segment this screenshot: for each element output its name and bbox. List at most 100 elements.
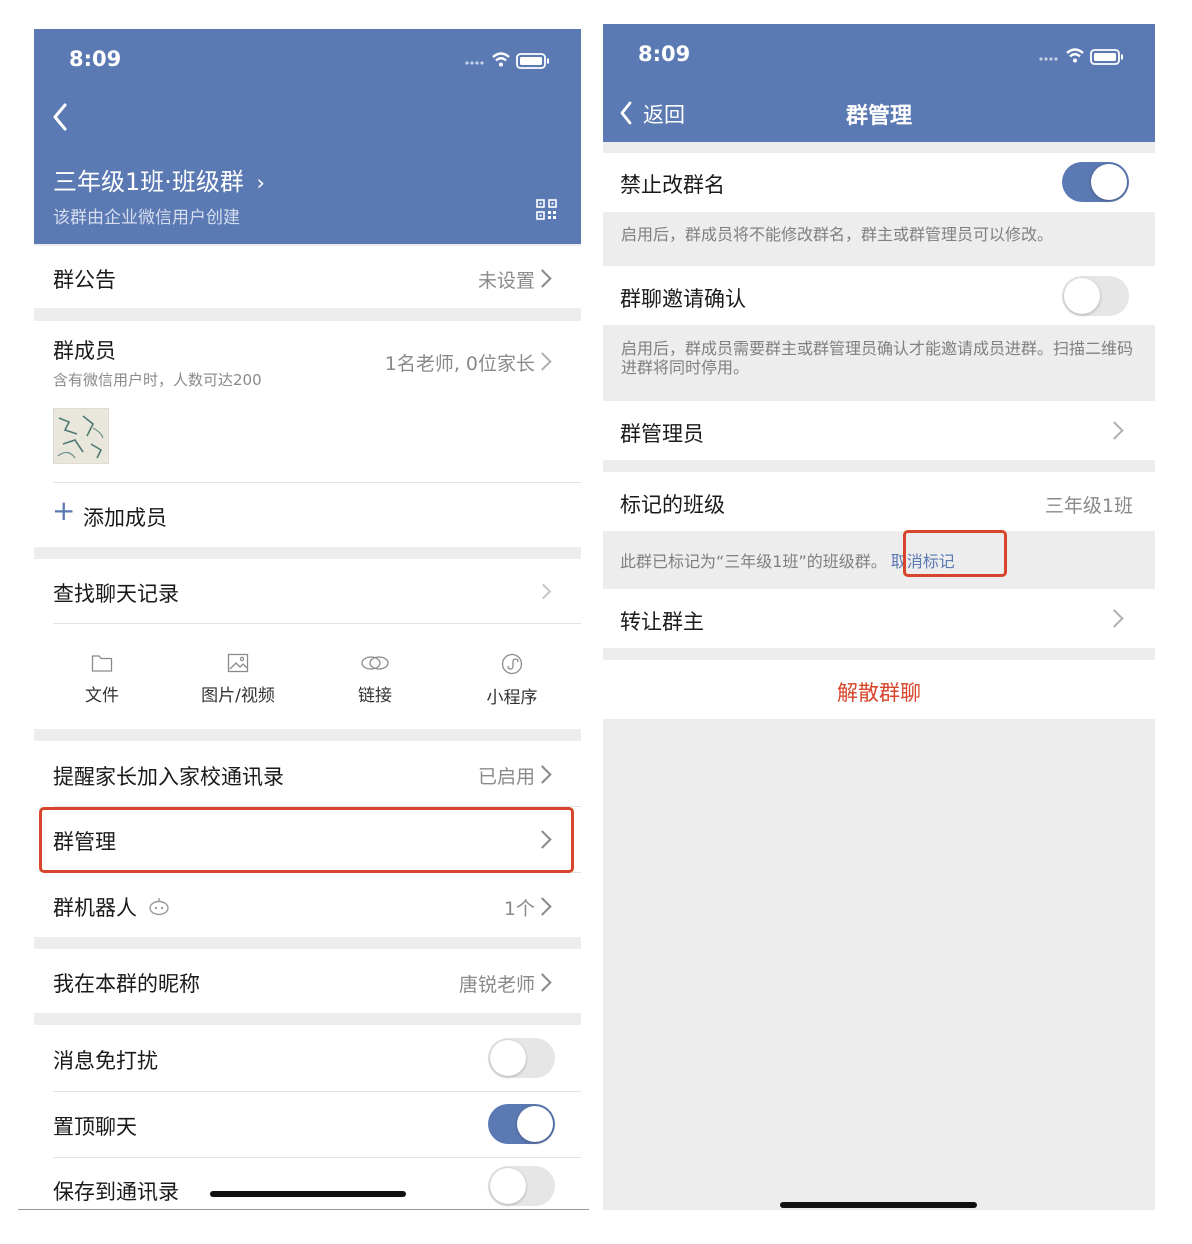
status-bar: 8:09	[603, 24, 1155, 88]
members-row[interactable]: 群成员 含有微信用户时，人数可达200 1名老师, 0位家长	[34, 321, 581, 399]
toggle-group: 消息免打扰 置顶聊天 保存到通讯录	[34, 1025, 581, 1209]
folder-icon	[91, 655, 113, 672]
pin-label: 置顶聊天	[53, 1115, 137, 1139]
search-history-label: 查找聊天记录	[53, 582, 179, 606]
toggle-knob	[490, 1040, 526, 1076]
chevron-right-icon	[533, 352, 552, 371]
tile-media-label: 图片/视频	[201, 686, 275, 706]
search-history-row[interactable]: 查找聊天记录	[34, 559, 581, 623]
admins-label: 群管理员	[620, 422, 704, 446]
toggle-knob	[517, 1106, 553, 1142]
group-robot-row[interactable]: 群机器人 1个	[34, 873, 581, 937]
invite-confirm-label: 群聊邀请确认	[620, 287, 746, 311]
group-robot-value: 1个	[503, 898, 535, 920]
chevron-right-icon	[533, 765, 552, 784]
forbid-rename-note: 启用后，群成员将不能修改群名，群主或群管理员可以修改。	[621, 225, 1054, 244]
back-arrow-icon[interactable]	[52, 103, 68, 131]
member-avatar[interactable]	[53, 408, 109, 464]
plus-icon: +	[52, 494, 76, 527]
tile-mini-programs-label: 小程序	[486, 688, 538, 708]
tile-media[interactable]: 图片/视频	[178, 653, 298, 706]
marked-class-note-text: 此群已标记为“三年级1班”的班级群。	[620, 552, 887, 571]
tile-links[interactable]: 链接	[315, 653, 435, 706]
forbid-rename-toggle[interactable]	[1062, 162, 1129, 202]
search-history-section: 查找聊天记录 文件 图片/视频 链接 小程序	[34, 559, 581, 729]
robot-icon	[149, 898, 169, 916]
dismiss-group-button[interactable]: 解散群聊	[603, 660, 1155, 719]
add-member-label: 添加成员	[83, 506, 167, 530]
chevron-right-icon	[535, 583, 552, 600]
chevron-right-icon	[533, 973, 552, 992]
status-time: 8:09	[638, 42, 691, 66]
announcement-label: 群公告	[53, 268, 116, 292]
members-subtext: 含有微信用户时，人数可达200	[53, 371, 262, 389]
my-nickname-row[interactable]: 我在本群的昵称 唐锐老师	[34, 949, 581, 1013]
group-header: 8:09 三年级1班·班级群 › 该群由企业微信用户创建	[34, 29, 581, 244]
highlight-box	[39, 807, 574, 873]
mute-row: 消息免打扰	[34, 1025, 581, 1091]
group-subtitle: 该群由企业微信用户创建	[53, 208, 240, 228]
group-info-screen: 8:09 三年级1班·班级群 › 该群由企业微信用户创建 群公告 未设置 群成员…	[34, 29, 581, 1209]
group-robot-label: 群机器人	[53, 896, 137, 920]
chevron-right-icon	[533, 269, 552, 288]
transfer-owner-row[interactable]: 转让群主	[603, 589, 1155, 648]
tile-files-label: 文件	[85, 686, 119, 706]
tile-links-label: 链接	[358, 686, 392, 706]
my-nickname-label: 我在本群的昵称	[53, 972, 200, 996]
save-contacts-label: 保存到通讯录	[53, 1180, 179, 1204]
link-icon	[361, 656, 389, 670]
status-icons	[465, 52, 549, 69]
group-title-text: 三年级1班·班级群	[53, 168, 244, 196]
image-icon	[227, 653, 249, 673]
members-section: 群成员 含有微信用户时，人数可达200 1名老师, 0位家长 + 添加成员	[34, 321, 581, 547]
chevron-right-icon	[533, 897, 552, 916]
qr-code-icon[interactable]	[536, 199, 557, 220]
remind-parents-row[interactable]: 提醒家长加入家校通讯录 已启用	[34, 741, 581, 806]
pin-toggle[interactable]	[488, 1104, 555, 1144]
page-title: 群管理	[845, 104, 912, 129]
mute-toggle[interactable]	[488, 1038, 555, 1078]
members-label: 群成员	[53, 339, 116, 363]
tile-files[interactable]: 文件	[42, 653, 162, 706]
tile-mini-programs[interactable]: 小程序	[452, 653, 572, 708]
toggle-knob	[490, 1168, 526, 1204]
remind-parents-value: 已启用	[477, 766, 535, 788]
my-nickname-value: 唐锐老师	[458, 974, 535, 996]
mini-program-icon	[501, 653, 523, 675]
marked-class-row: 标记的班级 三年级1班	[603, 472, 1155, 531]
chevron-right-icon	[1105, 609, 1124, 628]
marked-class-value: 三年级1班	[1044, 495, 1133, 517]
transfer-owner-label: 转让群主	[620, 610, 704, 634]
announcement-row[interactable]: 群公告 未设置	[34, 246, 581, 308]
pin-row: 置顶聊天	[34, 1092, 581, 1157]
home-indicator	[210, 1191, 406, 1197]
announcement-value: 未设置	[477, 270, 535, 292]
chevron-right-icon	[1105, 421, 1124, 440]
invite-confirm-toggle[interactable]	[1062, 276, 1129, 316]
status-time: 8:09	[69, 47, 122, 71]
forbid-rename-row: 禁止改群名	[603, 153, 1155, 212]
status-icons	[1039, 48, 1123, 65]
highlight-box	[903, 530, 1007, 577]
admins-row[interactable]: 群管理员	[603, 401, 1155, 460]
forbid-rename-label: 禁止改群名	[620, 173, 725, 197]
dismiss-group-label: 解散群聊	[837, 681, 921, 705]
mute-label: 消息免打扰	[53, 1049, 158, 1073]
invite-confirm-row: 群聊邀请确认	[603, 266, 1155, 325]
status-bar: 8:09	[34, 29, 581, 93]
chevron-right-icon: ›	[256, 171, 265, 195]
toggle-knob	[1091, 164, 1127, 200]
remind-parents-label: 提醒家长加入家校通讯录	[53, 765, 284, 789]
invite-confirm-note: 启用后，群成员需要群主或群管理员确认才能邀请成员进群。扫描二维码进群将同时停用。	[621, 339, 1134, 377]
marked-class-label: 标记的班级	[620, 493, 725, 517]
save-contacts-row: 保存到通讯录	[34, 1158, 581, 1209]
members-count: 1名老师, 0位家长	[384, 353, 535, 375]
toggle-knob	[1064, 278, 1100, 314]
add-member-button[interactable]: + 添加成员	[34, 483, 581, 547]
group-title[interactable]: 三年级1班·班级群 ›	[53, 162, 265, 197]
nav-header: 8:09 返回 群管理	[603, 24, 1155, 142]
group-manage-screen: 8:09 返回 群管理 禁止改群名 启用后，群成员将不能修改群名，群主或群管理员…	[603, 24, 1155, 1210]
divider	[18, 1209, 589, 1210]
save-contacts-toggle[interactable]	[488, 1166, 555, 1206]
home-indicator	[780, 1202, 977, 1208]
